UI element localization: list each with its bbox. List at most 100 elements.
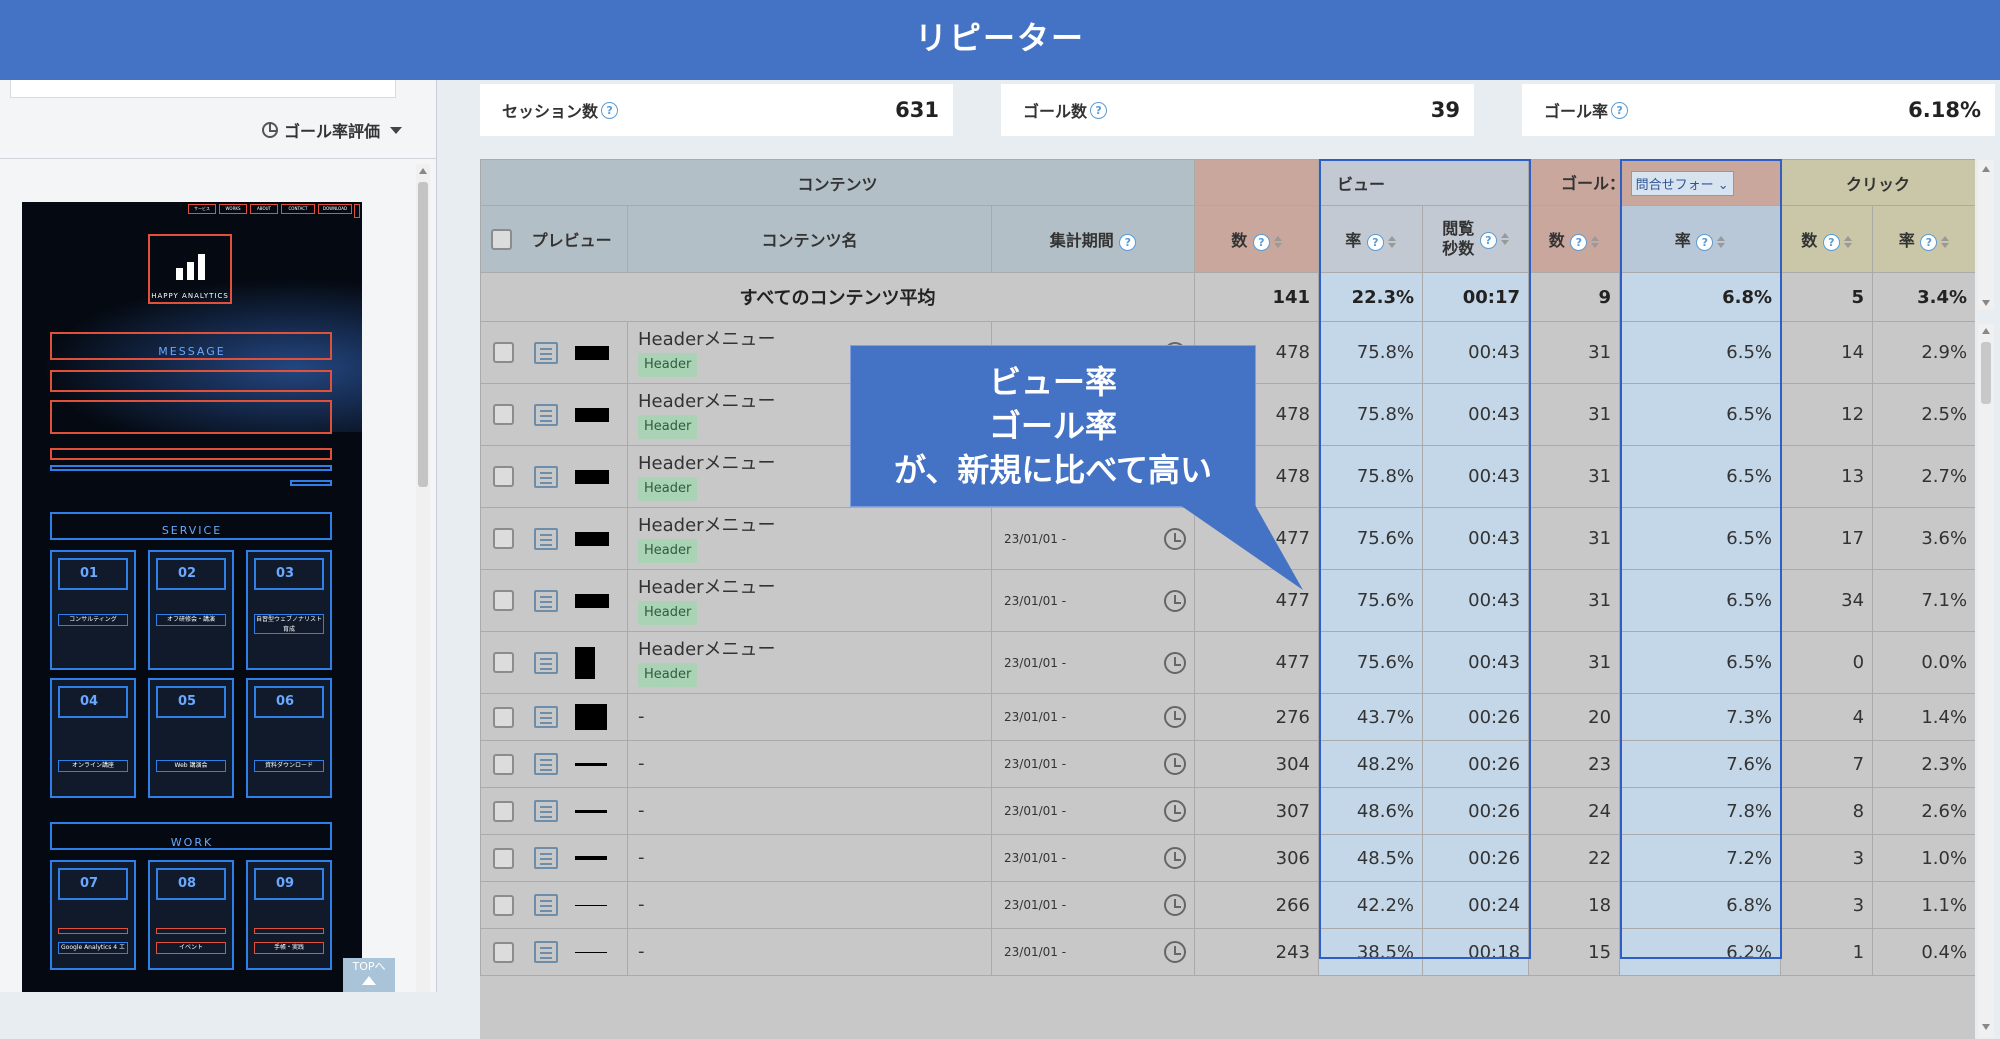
document-icon[interactable] [533,753,558,775]
document-icon[interactable] [533,589,558,612]
document-icon[interactable] [533,847,558,869]
content-thumbnail[interactable] [575,856,608,860]
content-thumbnail[interactable] [575,809,608,813]
sort-icon[interactable] [1941,235,1950,248]
scroll-up-icon[interactable] [419,168,427,174]
content-thumbnail[interactable] [575,593,610,608]
col-click-rate[interactable]: 率 ? [1872,205,1975,273]
table-row[interactable]: - 23/01/01 - 266 42.2% 00:24 18 6.8% 3 1… [480,881,1975,929]
preview-nav-item[interactable]: DOWNLOAD [318,204,352,214]
help-icon[interactable]: ? [1611,101,1629,119]
help-icon[interactable]: ? [601,101,619,119]
help-icon[interactable]: ? [1119,234,1137,251]
document-icon[interactable] [533,403,558,426]
table-row[interactable]: - 23/01/01 - 243 38.5% 00:18 15 6.2% 1 0… [480,928,1975,976]
sort-icon[interactable] [1717,235,1726,248]
content-thumbnail[interactable] [575,904,608,906]
row-checkbox[interactable] [493,590,514,611]
preview-service-card[interactable]: 03 自習型ウェブノナリスト育成 [246,550,332,670]
sort-icon[interactable] [1500,233,1509,245]
preview-service-card[interactable]: 05 Web 講演会 [148,678,234,798]
content-thumbnail[interactable] [575,407,610,422]
help-icon[interactable]: ? [1920,234,1938,251]
page-preview[interactable]: サービス WORKS ABOUT CONTACT DOWNLOAD HAPPY … [22,202,362,992]
row-checkbox[interactable] [493,800,514,822]
content-thumbnail[interactable] [575,762,608,766]
goal-rate-eval-dropdown[interactable]: ゴール率評価 [262,118,403,142]
content-thumbnail[interactable] [575,469,610,484]
scroll-up-icon[interactable] [1982,166,1990,172]
table-row[interactable]: - 23/01/01 - 304 48.2% 00:26 23 7.6% 7 2… [480,740,1975,788]
table-header-scrollbar[interactable] [1978,160,1994,310]
document-icon[interactable] [533,894,558,916]
preview-work-card[interactable]: 08 イベント [148,860,234,970]
table-row[interactable]: - 23/01/01 - 276 43.7% 00:26 20 7.3% 4 1… [480,693,1975,741]
preview-highlight-box[interactable] [290,480,332,486]
preview-nav-item[interactable]: サービス [188,204,216,214]
sort-icon[interactable] [1843,235,1852,248]
scroll-thumb[interactable] [418,182,428,487]
row-checkbox[interactable] [493,404,514,425]
col-view-rate[interactable]: 率 ? [1318,205,1424,273]
scroll-up-icon[interactable] [1982,328,1990,334]
clock-icon[interactable] [1164,847,1187,869]
scroll-down-icon[interactable] [1982,300,1990,306]
scroll-down-icon[interactable] [1982,1024,1990,1030]
content-thumbnail[interactable] [575,704,608,730]
row-checkbox[interactable] [493,753,514,775]
back-to-top-button[interactable]: TOPへ [343,958,395,992]
table-scrollbar[interactable] [1978,324,1994,1038]
col-goal-rate[interactable]: 率 ? [1619,205,1782,273]
goal-select-dropdown[interactable]: 問合せフォー ⌄ [1630,170,1734,196]
document-icon[interactable] [533,651,558,674]
preview-highlight-box[interactable] [354,204,360,218]
row-checkbox[interactable] [493,342,514,363]
table-row[interactable]: Headerメニュー Header 23/01/01 - 477 75.6% 00… [480,631,1975,694]
content-thumbnail[interactable] [575,531,610,546]
preview-service-card[interactable]: 01 コンサルティング [50,550,136,670]
help-icon[interactable]: ? [1570,234,1588,251]
preview-logo[interactable]: HAPPY ANALYTICS [148,234,232,304]
col-goal-count[interactable]: 数 ? [1528,205,1621,273]
help-icon[interactable]: ? [1252,234,1270,251]
clock-icon[interactable] [1164,753,1187,775]
preview-work-card[interactable]: 07 Google Analytics 4 エヌイ [50,860,136,970]
preview-highlight-box[interactable] [50,370,332,392]
clock-icon[interactable] [1164,894,1187,916]
clock-icon[interactable] [1164,941,1187,963]
sort-icon[interactable] [1387,235,1396,248]
sort-icon[interactable] [1591,235,1600,248]
scroll-thumb[interactable] [1981,342,1991,404]
preview-url-field[interactable] [10,80,396,98]
preview-nav-item[interactable]: WORKS [219,204,247,214]
content-thumbnail[interactable] [575,951,608,953]
preview-service-card[interactable]: 06 資料ダウンロード [246,678,332,798]
preview-service-card[interactable]: 02 オフ研修会・講演 [148,550,234,670]
clock-icon[interactable] [1164,706,1187,728]
row-checkbox[interactable] [493,847,514,869]
col-browse-seconds[interactable]: 閲覧 秒数 ? [1422,205,1530,273]
document-icon[interactable] [533,941,558,963]
document-icon[interactable] [533,341,558,364]
row-checkbox[interactable] [493,528,514,549]
row-checkbox[interactable] [493,941,514,963]
row-checkbox[interactable] [493,652,514,673]
col-click-count[interactable]: 数 ? [1780,205,1874,273]
help-icon[interactable]: ? [1479,231,1497,249]
content-thumbnail[interactable] [575,646,596,679]
preview-highlight-box[interactable] [50,400,332,434]
preview-nav-item[interactable]: ABOUT [250,204,278,214]
document-icon[interactable] [533,800,558,822]
row-checkbox[interactable] [493,894,514,916]
col-count[interactable]: 数 ? [1194,205,1320,273]
content-thumbnail[interactable] [575,345,610,360]
row-checkbox[interactable] [493,466,514,487]
document-icon[interactable] [533,527,558,550]
document-icon[interactable] [533,706,558,728]
preview-highlight-box[interactable] [50,465,332,471]
preview-highlight-box[interactable] [50,448,332,460]
row-checkbox[interactable] [493,706,514,728]
preview-work-card[interactable]: 09 手帳・実践 [246,860,332,970]
sort-icon[interactable] [1273,235,1282,248]
preview-scrollbar[interactable] [416,164,430,992]
